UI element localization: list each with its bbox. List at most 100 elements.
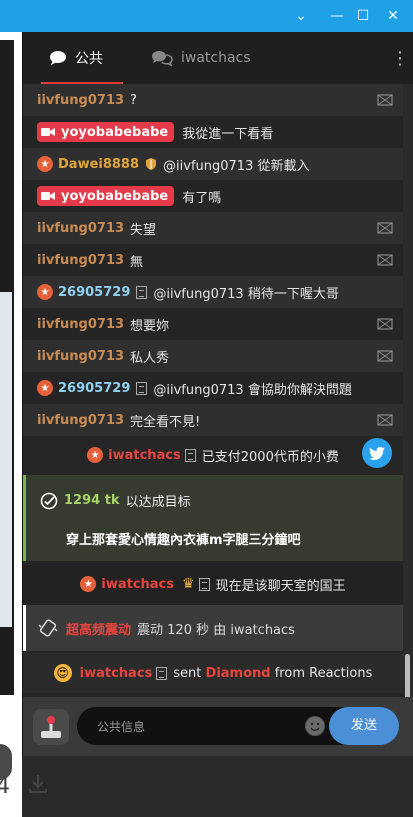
vibration-title: 超高频震动 [66, 622, 132, 638]
star-icon: ★ [37, 156, 53, 172]
smiley-icon [306, 717, 324, 735]
chat-input-bar: 公共信息 发送 [23, 697, 413, 756]
report-icon[interactable] [377, 222, 393, 234]
username[interactable]: iivfung0713 [37, 413, 124, 428]
tab-label: iwatchacs [181, 50, 251, 66]
goal-label: 以达成目标 [125, 495, 191, 510]
message-text: 有了嗎 [182, 190, 222, 206]
page-number: 4 [0, 774, 10, 799]
tip-username[interactable]: iwatchacs [108, 448, 181, 463]
chat-message: iivfung0713 ? [23, 84, 403, 116]
username[interactable]: iivfung0713 [37, 253, 124, 268]
private-chat-icon [152, 51, 173, 66]
goal-target-icon [40, 492, 58, 509]
note-icon [156, 666, 168, 680]
chat-message: iivfung0713 無 [23, 244, 403, 276]
chat-message: iivfung0713 想要妳 [23, 308, 403, 340]
emoji-picker-icon[interactable] [305, 716, 325, 736]
report-icon[interactable] [377, 94, 393, 106]
tip-text: 已支付2000代币的小费 [201, 449, 339, 465]
chat-message: yoyobabebabe 有了嗎 [23, 180, 403, 212]
goal-text: 穿上那套愛心情趣內衣褲m字腿三分鐘吧 [66, 533, 301, 548]
window-titlebar: ⌄ — ☐ ✕ [0, 0, 413, 32]
chat-message: iivfung0713 失望 [23, 212, 403, 244]
username[interactable]: Dawei8888 [58, 157, 139, 172]
report-icon[interactable] [377, 254, 393, 266]
note-icon [136, 381, 148, 395]
chat-message: ★ 26905729 @iivfung0713 會協助你解決問題 [23, 372, 403, 404]
chat-message: yoyobabebabe 我從進一下看看 [23, 116, 403, 148]
goal-card: 1294 tk 以达成目标 穿上那套愛心情趣內衣褲m字腿三分鐘吧 [23, 475, 403, 561]
chat-input[interactable]: 公共信息 发送 [77, 707, 399, 745]
download-icon[interactable] [26, 772, 50, 796]
heart-eyes-emoji-icon: 😍 [53, 664, 72, 682]
chat-input-placeholder: 公共信息 [97, 720, 146, 734]
more-options-icon[interactable]: ⋮ [391, 50, 409, 68]
message-text: 完全看不見! [130, 414, 201, 430]
goal-header: 1294 tk 以达成目标 [40, 491, 191, 510]
star-icon: ★ [87, 447, 104, 463]
king-text: 现在是该聊天室的国王 [215, 578, 346, 594]
username: yoyobabebabe [61, 124, 169, 140]
scrollbar[interactable] [403, 84, 413, 756]
message-text: @iivfung0713 從新載入 [163, 158, 310, 174]
broadcaster-badge[interactable]: yoyobabebabe [37, 186, 175, 206]
gift-item: Diamond [205, 665, 271, 681]
gift-notification: 😍 iwatchacs sent Diamond from Reactions [23, 653, 403, 693]
chat-bubble-icon [50, 51, 66, 65]
message-text: 失望 [130, 222, 157, 238]
chat-panel: 公共 iwatchacs ⋮ iivfung0713 ? yoyobabebab… [22, 32, 413, 756]
close-button[interactable]: ✕ [382, 6, 404, 26]
note-icon [184, 448, 196, 462]
username[interactable]: 26905729 [58, 285, 130, 300]
tab-private[interactable]: iwatchacs [151, 32, 251, 84]
username[interactable]: 26905729 [58, 381, 130, 396]
message-text: 私人秀 [130, 350, 170, 366]
king-username[interactable]: iwatchacs [101, 577, 174, 592]
username[interactable]: iivfung0713 [37, 221, 124, 236]
gift-source: from Reactions [274, 665, 373, 681]
message-text: ? [130, 92, 137, 108]
vibration-notification: 超高频震动 震动 120 秒 由 iwatchacs [23, 605, 403, 651]
send-button[interactable]: 发送 [329, 707, 399, 745]
star-icon: ★ [37, 380, 53, 396]
crown-icon: ♛ [182, 576, 195, 592]
username[interactable]: iivfung0713 [37, 93, 124, 108]
star-icon: ★ [37, 284, 53, 300]
tab-public[interactable]: 公共 [41, 32, 123, 84]
message-text: 我從進一下看看 [182, 126, 274, 142]
maximize-button[interactable]: ☐ [352, 6, 374, 26]
goal-amount: 1294 tk [64, 493, 120, 508]
gift-sent-label: sent [173, 665, 202, 681]
tab-label: 公共 [75, 51, 103, 67]
note-icon [198, 577, 210, 591]
camera-icon [41, 128, 55, 136]
message-text: 想要妳 [130, 318, 170, 334]
king-notification: ★ iwatchacs ♛ 现在是该聊天室的国王 [23, 565, 403, 603]
chat-message: iivfung0713 私人秀 [23, 340, 403, 372]
chat-tabs: 公共 iwatchacs ⋮ [23, 32, 413, 84]
joystick-icon [41, 716, 61, 738]
bird-icon [369, 446, 385, 460]
chevron-down-icon[interactable]: ⌄ [290, 6, 312, 26]
broadcaster-badge[interactable]: yoyobabebabe [37, 122, 175, 142]
gift-username[interactable]: iwatchacs [80, 666, 153, 681]
username: yoyobabebabe [61, 188, 169, 204]
report-icon[interactable] [377, 318, 393, 330]
note-icon [136, 285, 148, 299]
minimize-button[interactable]: — [326, 6, 348, 26]
vibration-text: 震动 120 秒 由 iwatchacs [137, 622, 295, 638]
message-text: @iivfung0713 稍待一下喔大哥 [153, 286, 339, 302]
tip-notification: ★ iwatchacs 已支付2000代币的小费 [23, 436, 403, 474]
shield-icon [146, 158, 157, 170]
message-text: @iivfung0713 會協助你解決問題 [153, 382, 352, 398]
twitter-icon[interactable] [362, 438, 392, 468]
camera-icon [41, 192, 55, 200]
chat-message: iivfung0713 完全看不見! [23, 404, 403, 436]
username[interactable]: iivfung0713 [37, 317, 124, 332]
report-icon[interactable] [377, 414, 393, 426]
username[interactable]: iivfung0713 [37, 349, 124, 364]
chat-message: ★ Dawei8888 @iivfung0713 從新載入 [23, 148, 403, 180]
report-icon[interactable] [377, 350, 393, 362]
joystick-button[interactable] [33, 709, 69, 745]
